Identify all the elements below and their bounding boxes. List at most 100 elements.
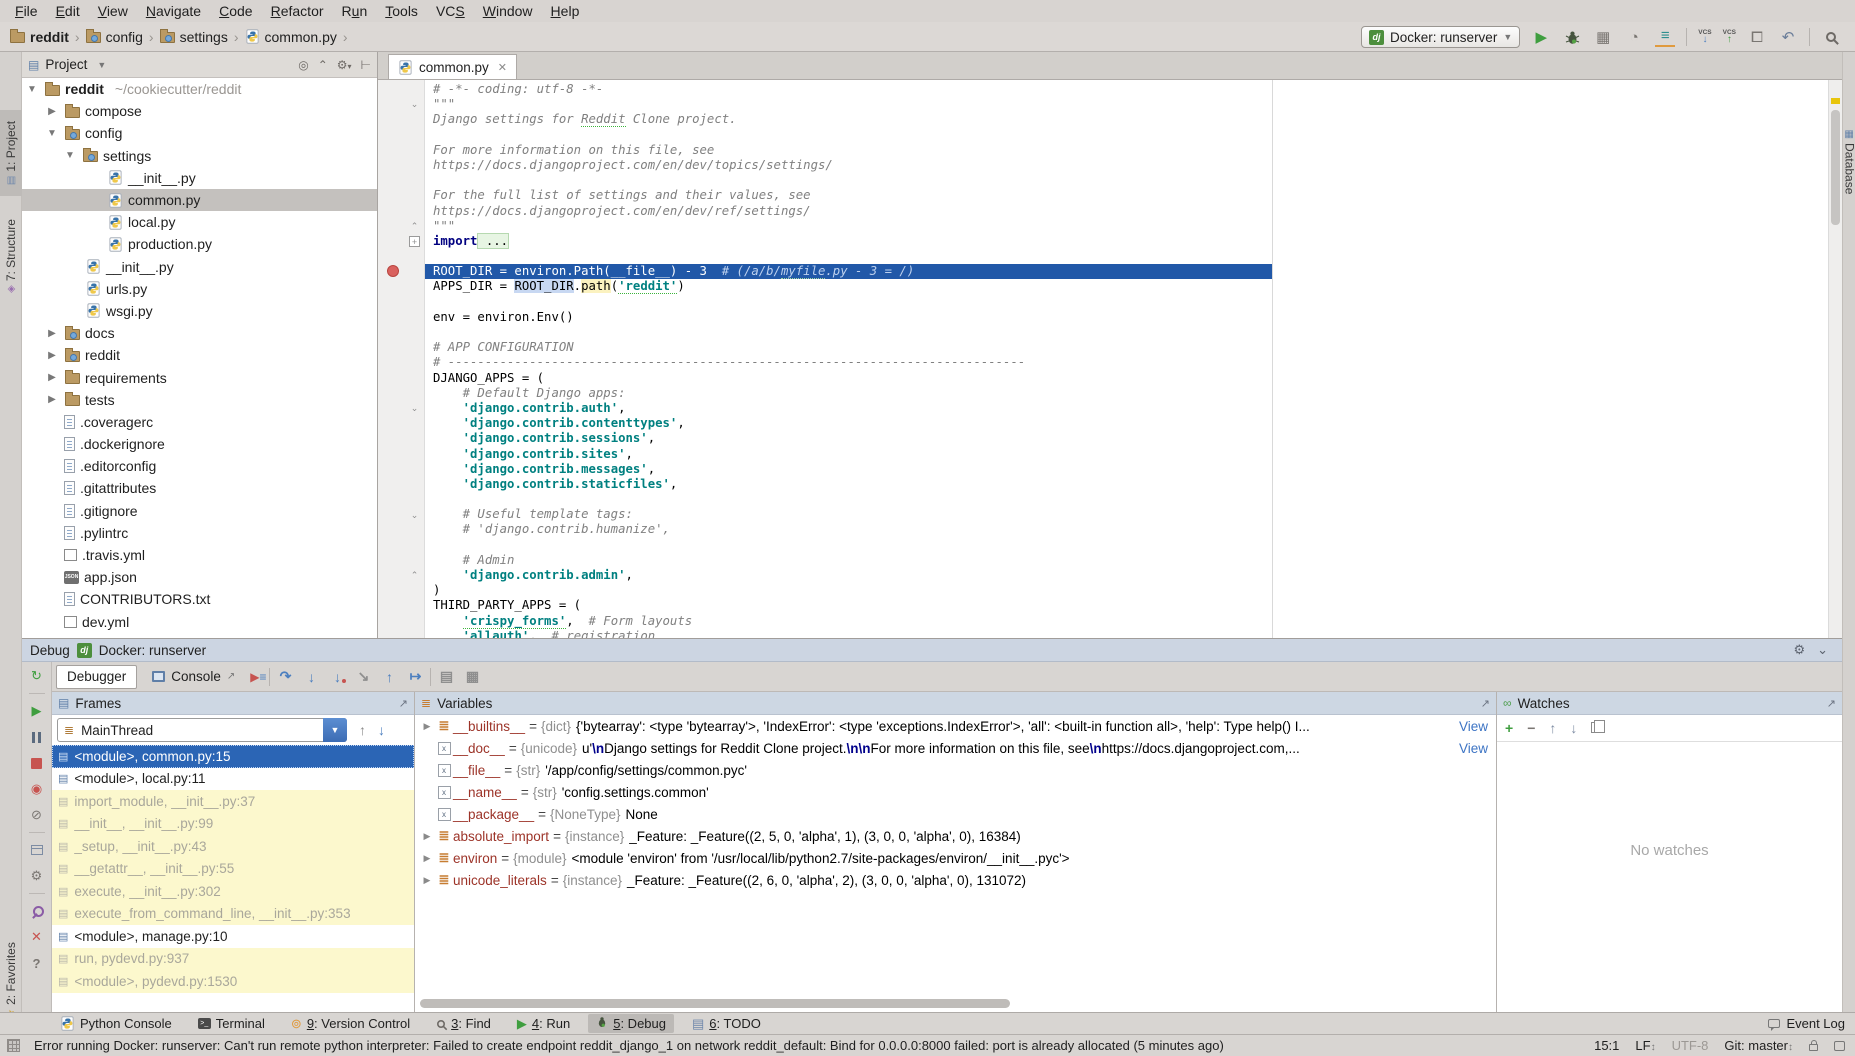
fold-marker[interactable]: ⌄ xyxy=(409,510,420,521)
expand-arrow-icon[interactable]: ▶ xyxy=(419,831,435,842)
tree-item-settings[interactable]: ▼settings xyxy=(22,145,377,167)
frame-row[interactable]: ▤import_module, __init__.py:37 xyxy=(52,790,414,813)
expand-arrow-icon[interactable]: ▶ xyxy=(419,875,435,886)
code-line-25[interactable]: 'django.contrib.sites', xyxy=(425,447,1828,462)
frame-row[interactable]: ▤__init__, __init__.py:99 xyxy=(52,813,414,836)
variable-row[interactable]: ▶≣environ={module}<module 'environ' from… xyxy=(415,847,1496,869)
code-line-3[interactable]: Django settings for Reddit Clone project… xyxy=(425,112,1828,127)
code-line-31[interactable] xyxy=(425,538,1828,553)
chevron-right-icon[interactable]: ▶ xyxy=(44,372,60,383)
view-link[interactable]: View xyxy=(1453,715,1496,737)
frame-row[interactable]: ▤run, pydevd.py:937 xyxy=(52,948,414,971)
tree-item-app-json[interactable]: JSONapp.json xyxy=(22,566,377,588)
move-down-button[interactable]: ↓ xyxy=(1570,720,1577,736)
chevron-right-icon[interactable]: ▶ xyxy=(44,394,60,405)
variable-row[interactable]: ▶≣unicode_literals={instance}_Feature: _… xyxy=(415,869,1496,891)
code-line-34[interactable]: ) xyxy=(425,583,1828,598)
run-config-select[interactable]: dj Docker: runserver ▼ xyxy=(1361,26,1520,48)
collapse-all-icon[interactable]: ⌃ xyxy=(318,58,328,72)
toolwindow-button-debug[interactable]: 5: Debug xyxy=(588,1014,674,1033)
chevron-right-icon[interactable]: ▶ xyxy=(44,350,60,361)
tree-item-requirements[interactable]: ▶requirements xyxy=(22,366,377,388)
stripe-button-7-structure[interactable]: ◈7: Structure xyxy=(0,204,22,308)
menu-window[interactable]: Window xyxy=(474,3,542,19)
rollback-button[interactable]: ↶ xyxy=(1778,27,1798,47)
toolwindow-button-version-control[interactable]: ⊚9: Version Control xyxy=(283,1014,418,1034)
code-line-30[interactable]: # 'django.contrib.humanize', xyxy=(425,522,1828,537)
code-line-36[interactable]: 'crispy_forms', # Form layouts xyxy=(425,614,1828,629)
settings-icon[interactable]: ⚙ xyxy=(1793,642,1805,658)
code-line-2[interactable]: """ xyxy=(425,97,1828,112)
help-button[interactable]: ? xyxy=(28,954,46,972)
tree-item--gitignore[interactable]: .gitignore xyxy=(22,500,377,522)
frame-row[interactable]: ▤<module>, common.py:15 xyxy=(52,745,414,768)
code-line-5[interactable]: For more information on this file, see xyxy=(425,143,1828,158)
move-up-button[interactable]: ↑ xyxy=(1549,720,1556,736)
fold-marker[interactable]: + xyxy=(409,236,420,247)
rerun-button[interactable]: ↻ xyxy=(28,667,46,685)
variable-row[interactable]: __package__={NoneType}None xyxy=(415,803,1496,825)
error-stripe-mark[interactable] xyxy=(1831,98,1840,104)
code-area[interactable]: # -*- coding: utf-8 -*-"""Django setting… xyxy=(425,80,1828,638)
code-line-12[interactable] xyxy=(425,249,1828,264)
mute-breakpoints-button[interactable]: ⊘ xyxy=(28,806,46,824)
git-branch-indicator[interactable]: Git: master↕ xyxy=(1724,1038,1793,1053)
chevron-down-icon[interactable]: ▼ xyxy=(44,128,60,139)
hide-panel-icon[interactable]: ⊢ xyxy=(361,58,371,72)
code-line-35[interactable]: THIRD_PARTY_APPS = ( xyxy=(425,598,1828,613)
menu-refactor[interactable]: Refactor xyxy=(262,3,333,19)
tree-item-local-py[interactable]: local.py xyxy=(22,211,377,233)
code-line-22[interactable]: 'django.contrib.auth', xyxy=(425,401,1828,416)
tree-item-production-py[interactable]: production.py xyxy=(22,233,377,255)
menu-tools[interactable]: Tools xyxy=(376,3,427,19)
variable-row[interactable]: __name__={str}'config.settings.common' xyxy=(415,781,1496,803)
variable-row[interactable]: __doc__={unicode}u'\nDjango settings for… xyxy=(415,737,1496,759)
add-watch-button[interactable]: + xyxy=(1505,720,1513,736)
tree-item--init-py[interactable]: __init__.py xyxy=(22,167,377,189)
toolwindow-button-todo[interactable]: ▤6: TODO xyxy=(684,1014,769,1034)
tree-item--pylintrc[interactable]: .pylintrc xyxy=(22,522,377,544)
lock-icon[interactable] xyxy=(1809,1044,1818,1051)
frame-row[interactable]: ▤__getattr__, __init__.py:55 xyxy=(52,858,414,881)
code-line-6[interactable]: https://docs.djangoproject.com/en/dev/to… xyxy=(425,158,1828,173)
code-line-1[interactable]: # -*- coding: utf-8 -*- xyxy=(425,82,1828,97)
menu-navigate[interactable]: Navigate xyxy=(137,3,210,19)
remove-watch-button[interactable]: − xyxy=(1527,720,1535,736)
profiler-button[interactable]: ◔ xyxy=(1624,27,1644,47)
tree-item-reddit[interactable]: ▶reddit xyxy=(22,344,377,366)
debug-button[interactable] xyxy=(1562,27,1582,47)
resume-button[interactable]: ▶ xyxy=(28,702,46,720)
code-line-21[interactable]: # Default Django apps: xyxy=(425,386,1828,401)
force-step-into-button[interactable]: ↘ xyxy=(352,668,374,685)
fold-marker[interactable]: ⌃ xyxy=(409,570,420,581)
restore-layout-button[interactable] xyxy=(28,841,46,859)
tab-console[interactable]: Console ↗ xyxy=(141,665,246,689)
search-everywhere-button[interactable] xyxy=(1821,27,1841,47)
code-line-32[interactable]: # Admin xyxy=(425,553,1828,568)
view-link[interactable]: View xyxy=(1453,737,1496,759)
step-into-button[interactable]: ↓ xyxy=(300,669,322,685)
tree-item--init-py[interactable]: __init__.py xyxy=(22,256,377,278)
vcs-commit-button[interactable]: VCS↑ xyxy=(1723,31,1736,43)
menu-run[interactable]: Run xyxy=(333,3,377,19)
frame-row[interactable]: ▤<module>, pydevd.py:1530 xyxy=(52,970,414,993)
variable-row[interactable]: __file__={str}'/app/config/settings/comm… xyxy=(415,759,1496,781)
stripe-button-1-project[interactable]: ▤1: Project xyxy=(0,110,22,196)
run-configurations-button[interactable]: ≡ xyxy=(1655,27,1675,47)
evaluate-expression-button[interactable]: ▦ xyxy=(461,668,483,685)
run-button[interactable]: ▶ xyxy=(1531,27,1551,47)
editor-tab-common-py[interactable]: common.py ✕ xyxy=(388,54,517,79)
tab-debugger[interactable]: Debugger xyxy=(56,665,137,689)
code-line-9[interactable]: https://docs.djangoproject.com/en/dev/re… xyxy=(425,204,1828,219)
tree-item-dev-yml[interactable]: dev.yml xyxy=(22,611,377,633)
frame-up-button[interactable]: ↑ xyxy=(359,722,366,738)
code-line-26[interactable]: 'django.contrib.messages', xyxy=(425,462,1828,477)
vcs-update-button[interactable]: VCS↓ xyxy=(1698,31,1711,43)
tree-item-wsgi-py[interactable]: wsgi.py xyxy=(22,300,377,322)
quick-access-icon[interactable] xyxy=(7,1039,20,1052)
code-line-28[interactable] xyxy=(425,492,1828,507)
tree-item-urls-py[interactable]: urls.py xyxy=(22,278,377,300)
pin-arrow-icon[interactable]: ↗ xyxy=(1827,697,1836,710)
horizontal-scrollbar[interactable] xyxy=(420,999,1010,1008)
fold-marker[interactable]: ⌄ xyxy=(409,403,420,414)
